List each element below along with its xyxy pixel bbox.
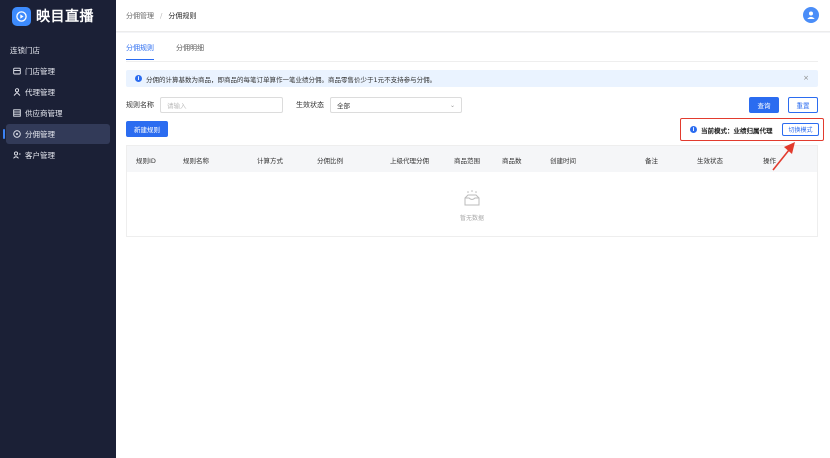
close-icon[interactable]: × xyxy=(803,74,809,82)
column-header-commission-ratio: 分佣比例 xyxy=(317,157,343,165)
sidebar-item-agent-management[interactable]: 代理管理 xyxy=(6,82,110,102)
sidebar-item-label: 门店管理 xyxy=(25,66,55,76)
sidebar-item-label: 代理管理 xyxy=(25,87,55,97)
rule-name-input[interactable]: 请输入 xyxy=(160,97,283,113)
new-rule-button[interactable]: 新建规则 xyxy=(126,121,168,137)
app-title: 映目直播 xyxy=(36,9,94,25)
column-header-parent-agent-commission: 上级代理分佣 xyxy=(390,157,429,165)
main-content: 分佣规则 分佣明细 i 分佣的计算基数为商品，即商品的每笔订单算作一笔业绩分佣。… xyxy=(116,33,830,458)
column-header-status: 生效状态 xyxy=(697,157,723,165)
supplier-icon xyxy=(12,109,21,118)
info-icon: i xyxy=(135,75,142,82)
filter-bar: 规则名称 请输入 生效状态 全部 ⌄ xyxy=(126,97,462,113)
breadcrumb-separator: / xyxy=(160,11,163,20)
rule-name-placeholder: 请输入 xyxy=(167,102,187,110)
mode-label: 当前模式： xyxy=(701,126,734,135)
info-icon: i xyxy=(690,126,697,133)
logo-icon xyxy=(12,6,31,26)
topbar: 分佣管理 / 分佣规则 xyxy=(116,0,830,32)
table-header: 规则ID 规则名称 计算方式 分佣比例 上级代理分佣 商品范围 商品数 创建时间… xyxy=(127,146,817,172)
empty-text: 暂无数据 xyxy=(459,215,484,222)
agent-icon xyxy=(12,88,21,97)
sidebar: 映目直播 连锁门店 门店管理 代理管理 供应商管理 分佣管理 客户管理 xyxy=(0,0,116,458)
rules-table: 规则ID 规则名称 计算方式 分佣比例 上级代理分佣 商品范围 商品数 创建时间… xyxy=(126,145,818,237)
sidebar-item-store-management[interactable]: 门店管理 xyxy=(6,61,110,81)
status-select-value: 全部 xyxy=(337,102,350,110)
user-avatar-icon[interactable] xyxy=(803,7,819,23)
mode-value: 业绩归属代理 xyxy=(733,126,773,135)
empty-box-icon xyxy=(464,190,480,206)
sidebar-menu: 连锁门店 门店管理 代理管理 供应商管理 分佣管理 客户管理 xyxy=(0,40,116,165)
column-header-remark: 备注 xyxy=(645,157,658,165)
search-button[interactable]: 查询 xyxy=(749,97,779,113)
rule-name-label: 规则名称 xyxy=(126,101,154,109)
tab-commission-rules[interactable]: 分佣规则 xyxy=(126,42,154,60)
sidebar-item-label: 客户管理 xyxy=(25,150,55,160)
commission-icon xyxy=(12,130,21,139)
sidebar-item-commission-management[interactable]: 分佣管理 xyxy=(3,124,110,144)
column-header-rule-name: 规则名称 xyxy=(183,157,209,165)
status-select[interactable]: 全部 ⌄ xyxy=(330,97,462,113)
customer-icon xyxy=(12,151,21,160)
column-header-product-scope: 商品范围 xyxy=(454,157,480,165)
breadcrumb-parent[interactable]: 分佣管理 xyxy=(126,11,154,21)
sidebar-item-label: 供应商管理 xyxy=(25,108,63,118)
status-label: 生效状态 xyxy=(296,101,324,109)
column-header-actions: 操作 xyxy=(763,157,776,165)
tab-commission-details[interactable]: 分佣明细 xyxy=(176,42,204,60)
sidebar-item-customer-management[interactable]: 客户管理 xyxy=(6,145,110,165)
tabs-divider xyxy=(126,61,818,62)
info-alert: i 分佣的计算基数为商品，即商品的每笔订单算作一笔业绩分佣。商品零售价少于1元不… xyxy=(126,70,818,87)
sidebar-item-label: 分佣管理 xyxy=(25,129,55,139)
column-header-product-count: 商品数 xyxy=(502,157,522,165)
breadcrumb-current: 分佣规则 xyxy=(168,11,197,20)
alert-text: 分佣的计算基数为商品，即商品的每笔订单算作一笔业绩分佣。商品零售价少于1元不支持… xyxy=(146,75,437,84)
switch-mode-button[interactable]: 切换模式 xyxy=(782,123,819,136)
column-header-calc-method: 计算方式 xyxy=(257,157,283,165)
chevron-down-icon: ⌄ xyxy=(449,101,455,109)
reset-button[interactable]: 重置 xyxy=(788,97,818,113)
column-header-rule-id: 规则ID xyxy=(136,157,156,165)
app-logo[interactable]: 映目直播 xyxy=(0,0,116,32)
sidebar-item-label: 连锁门店 xyxy=(10,45,40,55)
current-mode: i 当前模式： 业绩归属代理 xyxy=(690,123,773,136)
sidebar-item-chain-stores[interactable]: 连锁门店 xyxy=(6,40,110,60)
sidebar-item-supplier-management[interactable]: 供应商管理 xyxy=(6,103,110,123)
store-icon xyxy=(12,67,21,76)
tabs: 分佣规则 分佣明细 xyxy=(126,42,204,62)
empty-state: 暂无数据 xyxy=(127,190,817,222)
column-header-created-time: 创建时间 xyxy=(550,157,576,165)
